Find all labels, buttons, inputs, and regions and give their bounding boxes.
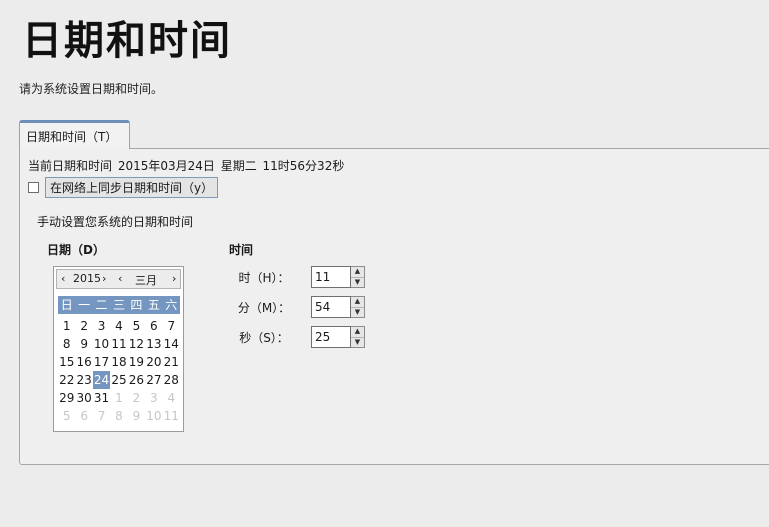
second-input[interactable]: 25 (311, 326, 351, 348)
calendar-day[interactable]: 26 (128, 371, 145, 389)
calendar-day[interactable]: 6 (145, 317, 162, 335)
hour-label: 时（H）： (238, 270, 290, 285)
calendar-day[interactable]: 7 (93, 407, 110, 425)
chevron-down-icon[interactable]: ▼ (351, 278, 364, 288)
calendar-day[interactable]: 13 (145, 335, 162, 353)
second-label: 秒（S）： (239, 330, 289, 345)
calendar-month: 三月 (135, 274, 157, 287)
hour-row: 时（H）： 11 ▲ ▼ (229, 266, 365, 288)
tab-date-time[interactable]: 日期和时间（T） (19, 120, 130, 149)
calendar-day[interactable]: 20 (145, 353, 162, 371)
calendar-day[interactable]: 27 (145, 371, 162, 389)
calendar-day[interactable]: 17 (93, 353, 110, 371)
calendar-day[interactable]: 3 (145, 389, 162, 407)
calendar-day[interactable]: 1 (110, 389, 127, 407)
next-year-icon[interactable]: › (102, 272, 106, 285)
page-title: 日期和时间 (22, 18, 232, 64)
calendar-day[interactable]: 18 (110, 353, 127, 371)
calendar-day[interactable]: 25 (110, 371, 127, 389)
calendar-day[interactable]: 3 (93, 317, 110, 335)
chevron-up-icon[interactable]: ▲ (351, 297, 364, 308)
minute-spin-buttons: ▲ ▼ (351, 296, 365, 318)
minute-spinner: 54 ▲ ▼ (311, 296, 365, 318)
weekday-label: 四 (130, 298, 143, 312)
calendar-day[interactable]: 23 (75, 371, 92, 389)
chevron-down-icon[interactable]: ▼ (351, 308, 364, 318)
calendar-day[interactable]: 2 (75, 317, 92, 335)
prev-month-icon[interactable]: ‹ (118, 272, 122, 285)
weekday-label: 一 (78, 298, 91, 312)
chevron-up-icon[interactable]: ▲ (351, 267, 364, 278)
hour-input[interactable]: 11 (311, 266, 351, 288)
weekday-label: 五 (147, 298, 160, 312)
calendar-day[interactable]: 9 (75, 335, 92, 353)
network-sync-label[interactable]: 在网络上同步日期和时间（y） (45, 177, 219, 198)
calendar-year: 2015 (73, 272, 101, 285)
manual-setting-label: 手动设置您系统的日期和时间 (37, 215, 194, 229)
calendar-day[interactable]: 4 (163, 389, 180, 407)
time-section-label: 时间 (229, 243, 254, 257)
chevron-down-icon[interactable]: ▼ (351, 338, 364, 348)
calendar-day[interactable]: 11 (163, 407, 180, 425)
network-sync-row: 在网络上同步日期和时间（y） (28, 177, 219, 198)
calendar-day[interactable]: 5 (58, 407, 75, 425)
calendar-day-selected[interactable]: 24 (92, 371, 111, 389)
calendar-day[interactable]: 16 (75, 353, 92, 371)
calendar-day[interactable]: 10 (93, 335, 110, 353)
prev-year-icon[interactable]: ‹ (61, 272, 65, 285)
calendar-day[interactable]: 14 (163, 335, 180, 353)
minute-row: 分（M）： 54 ▲ ▼ (229, 296, 365, 318)
calendar-day[interactable]: 31 (93, 389, 110, 407)
calendar-day[interactable]: 22 (58, 371, 75, 389)
calendar: ‹ 2015 › ‹ 三月 › 日 一 二 三 四 五 六 1234567891… (53, 266, 184, 432)
calendar-day[interactable]: 12 (128, 335, 145, 353)
weekday-label: 二 (95, 298, 108, 312)
calendar-day[interactable]: 6 (75, 407, 92, 425)
calendar-day[interactable]: 15 (58, 353, 75, 371)
hour-spinner: 11 ▲ ▼ (311, 266, 365, 288)
calendar-header: ‹ 2015 › ‹ 三月 › (56, 269, 181, 289)
calendar-day[interactable]: 10 (145, 407, 162, 425)
second-row: 秒（S）： 25 ▲ ▼ (229, 326, 365, 348)
calendar-day[interactable]: 29 (58, 389, 75, 407)
second-spinner: 25 ▲ ▼ (311, 326, 365, 348)
calendar-day[interactable]: 21 (163, 353, 180, 371)
minute-input[interactable]: 54 (311, 296, 351, 318)
calendar-day[interactable]: 19 (128, 353, 145, 371)
second-spin-buttons: ▲ ▼ (351, 326, 365, 348)
network-sync-checkbox[interactable] (28, 182, 39, 193)
weekday-label: 六 (165, 298, 178, 312)
weekday-label: 日 (60, 298, 73, 312)
calendar-day[interactable]: 30 (75, 389, 92, 407)
calendar-day[interactable]: 7 (163, 317, 180, 335)
calendar-day[interactable]: 9 (128, 407, 145, 425)
calendar-day[interactable]: 4 (110, 317, 127, 335)
calendar-day[interactable]: 1 (58, 317, 75, 335)
hour-spin-buttons: ▲ ▼ (351, 266, 365, 288)
calendar-day[interactable]: 5 (128, 317, 145, 335)
calendar-days-grid: 1 2 3 4 5 6 7 8 9 10 11 12 13 14 15 16 17 18 19 20 21 22 23 24 2… (58, 317, 180, 425)
next-month-icon[interactable]: › (172, 272, 176, 285)
weekday-header: 日 一 二 三 四 五 六 (58, 296, 180, 314)
calendar-day[interactable]: 2 (128, 389, 145, 407)
minute-label: 分（M）： (237, 300, 291, 315)
date-section-label: 日期（D） (47, 243, 105, 257)
current-datetime: 当前日期和时间 2015年03月24日 星期二 11时56分32秒 (28, 159, 345, 173)
calendar-day[interactable]: 8 (110, 407, 127, 425)
weekday-label: 三 (112, 298, 125, 312)
page-subtitle: 请为系统设置日期和时间。 (19, 82, 164, 96)
calendar-day[interactable]: 28 (163, 371, 180, 389)
calendar-day[interactable]: 11 (110, 335, 127, 353)
chevron-up-icon[interactable]: ▲ (351, 327, 364, 338)
calendar-day[interactable]: 8 (58, 335, 75, 353)
